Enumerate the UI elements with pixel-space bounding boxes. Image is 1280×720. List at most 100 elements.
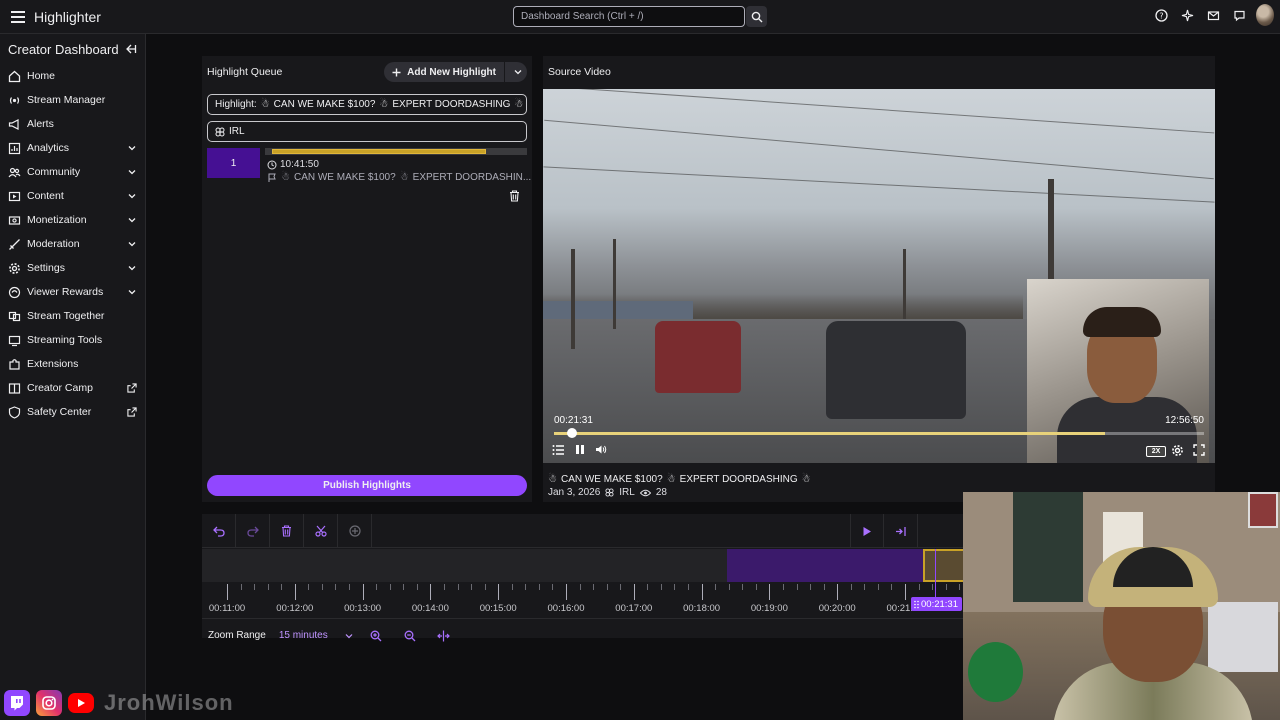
ruler-minor-tick (511, 584, 513, 590)
sidebar-item-extensions[interactable]: Extensions (0, 352, 145, 376)
ruler-minor-tick (484, 584, 486, 590)
dasher-emote-icon: ☃ (666, 474, 676, 485)
video-settings-button[interactable] (1171, 444, 1184, 457)
shield-icon (8, 405, 21, 419)
queue-title: Highlight Queue (207, 66, 283, 78)
video-player[interactable]: 00:21:31 12:56:50 2X (543, 89, 1215, 463)
sidebar-item-label: Stream Together (27, 310, 105, 322)
chevron-down-icon[interactable] (513, 67, 523, 77)
ruler-minor-tick (254, 584, 256, 590)
fullscreen-button[interactable] (1193, 444, 1205, 456)
video-category: IRL (619, 487, 635, 498)
scissors-icon (314, 525, 327, 537)
pause-button[interactable] (575, 444, 585, 455)
scrubber-knob[interactable] (567, 428, 577, 438)
sidebar-item-label: Stream Manager (27, 94, 106, 106)
sidebar-item-label: Monetization (27, 214, 87, 226)
zoom-out-button[interactable] (393, 630, 427, 642)
inbox-button[interactable] (1204, 6, 1222, 24)
sidebar-item-safety-center[interactable]: Safety Center (0, 400, 145, 424)
video-meta: Jan 3, 2026 IRL 28 (548, 487, 667, 498)
ruler-time-label: 00:14:00 (411, 603, 449, 614)
magic-button[interactable] (1178, 6, 1196, 24)
skip-to-end-icon (895, 526, 906, 536)
hamburger-menu-button[interactable] (5, 4, 31, 30)
stream-manager-icon (8, 94, 21, 107)
ruler-minor-tick (376, 584, 378, 590)
sidebar-item-stream-manager[interactable]: Stream Manager (0, 88, 145, 112)
sidebar-item-moderation[interactable]: Moderation (0, 232, 145, 256)
volume-button[interactable] (595, 444, 607, 455)
add-new-highlight-label: Add New Highlight (407, 66, 496, 78)
user-menu-button[interactable] (1256, 4, 1274, 26)
video-scrubber[interactable] (554, 428, 1204, 438)
highlight-title-field[interactable]: Highlight: ☃ CAN WE MAKE $100? ☃ EXPERT … (207, 94, 527, 115)
dasher-emote-icon: ☃ (260, 99, 270, 110)
whispers-button[interactable] (1230, 6, 1248, 24)
sidebar-item-alerts[interactable]: Alerts (0, 112, 145, 136)
help-button[interactable]: ? (1152, 6, 1170, 24)
playback-speed-badge[interactable]: 2X (1146, 446, 1166, 457)
eye-icon (639, 489, 651, 496)
sidebar-item-stream-together[interactable]: Stream Together (0, 304, 145, 328)
queue-item[interactable]: 1 10:41:50 ☃ CAN WE MAKE $100? ☃ EXPERT … (207, 148, 531, 202)
ruler-minor-tick (959, 584, 961, 590)
ruler-time-label: 00:15:00 (479, 603, 517, 614)
redo-button[interactable] (236, 514, 270, 548)
dashboard-search-input[interactable]: Dashboard Search (Ctrl + /) (513, 6, 745, 27)
sidebar-item-streaming-tools[interactable]: Streaming Tools (0, 328, 145, 352)
ruler-minor-tick (308, 584, 310, 590)
gear-icon (8, 262, 21, 275)
sidebar-item-analytics[interactable]: Analytics (0, 136, 145, 160)
sidebar-item-label: Community (27, 166, 81, 178)
ruler-minor-tick (620, 584, 622, 590)
chapters-button[interactable] (552, 444, 565, 456)
sidebar-item-monetization[interactable]: Monetization (0, 208, 145, 232)
sidebar-item-content[interactable]: Content (0, 184, 145, 208)
drag-handle-icon (914, 600, 919, 608)
ruler-major-tick (362, 584, 364, 600)
jump-to-end-button[interactable] (884, 514, 918, 548)
sidebar-item-viewer-rewards[interactable]: Viewer Rewards (0, 280, 145, 304)
ruler-minor-tick (715, 584, 717, 590)
collapse-sidebar-button[interactable] (125, 43, 137, 55)
highlight-segment[interactable] (727, 549, 923, 582)
sidebar-item-community[interactable]: Community (0, 160, 145, 184)
sidebar-item-home[interactable]: Home (0, 64, 145, 88)
ruler-minor-tick (945, 584, 947, 590)
delete-queue-item-button[interactable] (509, 190, 520, 202)
facecam-overlay (1027, 279, 1209, 463)
trash-icon (510, 190, 519, 202)
chart-icon (8, 142, 21, 155)
volume-icon (596, 445, 607, 454)
zoom-in-button[interactable] (359, 630, 393, 642)
chevron-down-icon (128, 218, 136, 223)
megaphone-icon (8, 118, 21, 131)
category-icon (215, 127, 225, 136)
content-icon (8, 190, 21, 203)
cut-button[interactable] (304, 514, 338, 548)
playhead-time-label[interactable]: 00:21:31 (911, 597, 962, 611)
fullscreen-icon (1193, 444, 1205, 456)
ruler-minor-tick (416, 584, 418, 590)
add-clip-button[interactable] (338, 514, 372, 548)
sidebar-item-settings[interactable]: Settings (0, 256, 145, 280)
chevron-down-icon (128, 170, 136, 175)
fit-timeline-button[interactable] (427, 630, 461, 642)
gear-icon (1172, 445, 1183, 456)
redo-icon (246, 526, 259, 537)
play-button[interactable] (850, 514, 884, 548)
add-new-highlight-button[interactable]: Add New Highlight (384, 62, 527, 82)
search-button[interactable] (746, 6, 767, 27)
community-icon (8, 166, 21, 179)
highlight-title-label: Highlight: (215, 99, 257, 110)
undo-button[interactable] (202, 514, 236, 548)
delete-clip-button[interactable] (270, 514, 304, 548)
publish-highlights-button[interactable]: Publish Highlights (207, 475, 527, 496)
video-title-a: CAN WE MAKE $100? (560, 474, 663, 485)
category-field[interactable]: IRL (207, 121, 527, 142)
external-link-icon (127, 407, 137, 417)
zoom-range-select[interactable]: 15 minutes (279, 630, 353, 641)
sidebar-item-creator-camp[interactable]: Creator Camp (0, 376, 145, 400)
ruler-minor-tick (606, 584, 608, 590)
